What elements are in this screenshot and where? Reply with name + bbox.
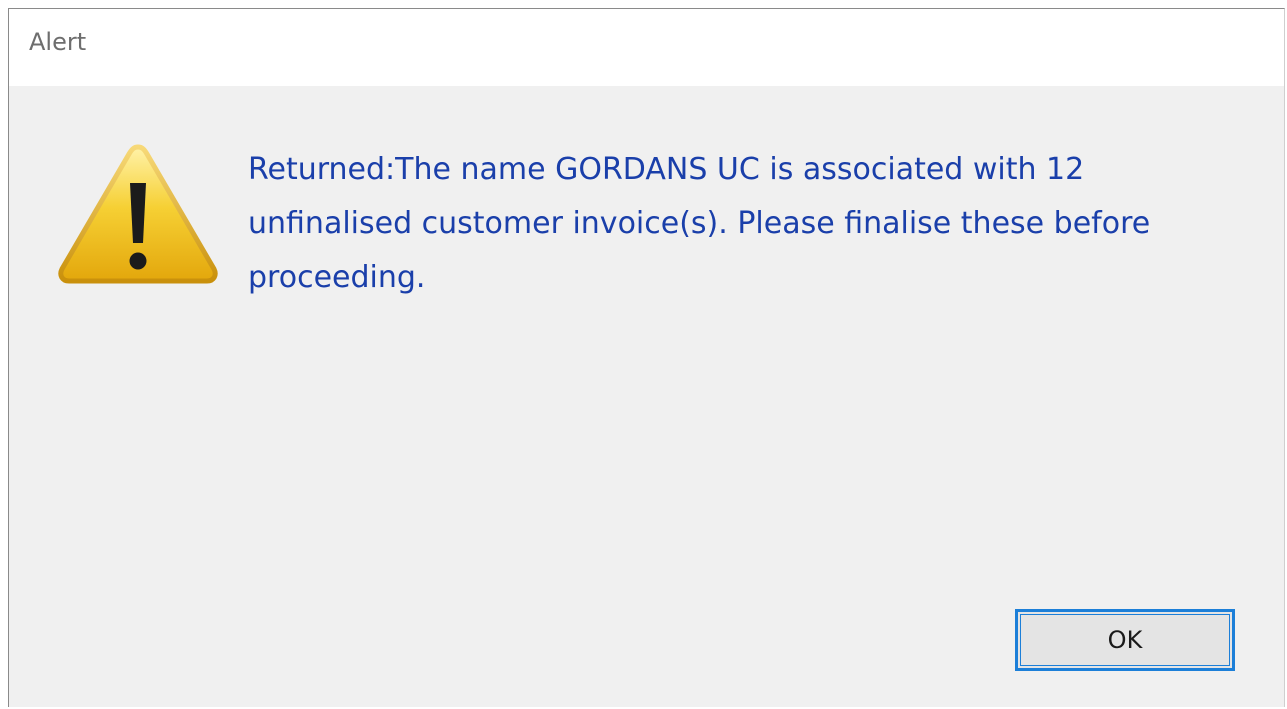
alert-message: Returned:The name GORDANS UC is associat… — [248, 152, 1151, 295]
warning-icon — [58, 144, 218, 284]
window-title: Alert — [29, 28, 87, 56]
title-bar[interactable]: Alert — [9, 9, 1284, 86]
ok-button-label: OK — [1020, 614, 1230, 666]
ok-button[interactable]: OK — [1015, 609, 1235, 671]
alert-dialog: Alert Returned:The name GORDANS UC is as… — [8, 8, 1285, 707]
